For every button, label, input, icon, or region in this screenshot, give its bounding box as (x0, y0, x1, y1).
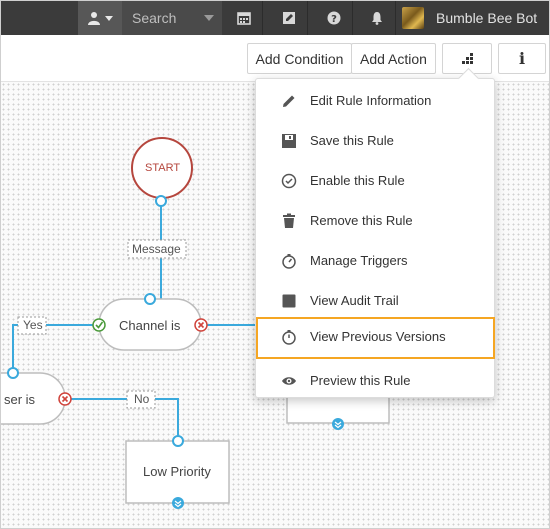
menu-item-preview-this-rule[interactable]: Preview this Rule (256, 361, 496, 401)
add-action-button[interactable]: Add Action (351, 43, 436, 74)
add-condition-button[interactable]: Add Condition (247, 43, 352, 74)
top-nav-bar: Search ? Bumble Bee Bot (1, 1, 549, 35)
menu-item-manage-triggers[interactable]: Manage Triggers (256, 241, 496, 281)
book-icon (280, 292, 298, 310)
menu-item-label: Save this Rule (310, 133, 394, 148)
rule-actions-menu: Edit Rule Information Save this Rule Ena… (255, 78, 495, 398)
menu-item-view-previous-versions[interactable]: View Previous Versions (256, 317, 495, 359)
timer-icon (280, 328, 298, 346)
notifications-button[interactable] (359, 1, 395, 35)
search-placeholder: Search (132, 10, 177, 26)
menu-item-label: Enable this Rule (310, 173, 405, 188)
divider (262, 1, 263, 35)
svg-text:?: ? (331, 14, 337, 25)
user-is-label[interactable]: ser is (4, 392, 35, 407)
bot-name[interactable]: Bumble Bee Bot (436, 10, 537, 26)
bot-avatar[interactable] (402, 7, 424, 29)
pencil-icon (280, 92, 298, 110)
low-priority-input-port (172, 435, 184, 447)
no-connector (65, 398, 179, 441)
menu-item-label: Preview this Rule (310, 373, 411, 388)
help-icon: ? (327, 11, 341, 25)
start-output-port (155, 195, 167, 207)
yes-port (92, 318, 106, 332)
menu-item-label: Edit Rule Information (310, 93, 432, 108)
low-priority-label[interactable]: Low Priority (143, 464, 211, 479)
channel-is-label[interactable]: Channel is (119, 318, 180, 333)
start-label: START (145, 162, 181, 174)
menu-item-label: Remove this Rule (310, 213, 413, 228)
user-menu-button[interactable] (78, 1, 122, 35)
user-icon (88, 12, 100, 25)
menu-item-label: Manage Triggers (310, 253, 408, 268)
eye-icon (280, 372, 298, 390)
stopwatch-icon (280, 252, 298, 270)
search-dropdown-caret[interactable] (204, 15, 214, 21)
menu-item-edit-rule-information[interactable]: Edit Rule Information (256, 81, 496, 121)
menu-item-label: View Previous Versions (310, 329, 446, 344)
chevron-down-icon (105, 15, 113, 21)
calendar-button[interactable] (226, 1, 262, 35)
menu-item-save-this-rule[interactable]: Save this Rule (256, 121, 496, 161)
calendar-icon (237, 12, 251, 25)
yes-label: Yes (23, 318, 43, 332)
check-circle-icon (280, 172, 298, 190)
floppy-icon (280, 132, 298, 150)
bell-icon (372, 12, 382, 25)
menu-item-view-audit-trail[interactable]: View Audit Trail (256, 281, 496, 321)
channel-input-port (144, 293, 156, 305)
search-input[interactable]: Search (122, 1, 222, 35)
bars-menu-icon (462, 52, 473, 64)
trash-icon (280, 212, 298, 230)
menu-item-remove-this-rule[interactable]: Remove this Rule (256, 201, 496, 241)
message-label: Message (132, 242, 181, 256)
info-button[interactable]: i (498, 43, 546, 74)
app-window: Search ? Bumble Bee Bot Add Condition Ad… (0, 0, 550, 529)
edit-button[interactable] (271, 1, 307, 35)
help-button[interactable]: ? (316, 1, 352, 35)
menu-item-label: View Audit Trail (310, 293, 399, 308)
divider (307, 1, 308, 35)
menu-item-enable-this-rule[interactable]: Enable this Rule (256, 161, 496, 201)
edit-icon (283, 12, 295, 24)
user-input-port (7, 367, 19, 379)
divider (352, 1, 353, 35)
divider (395, 1, 396, 35)
no-label: No (134, 392, 150, 406)
